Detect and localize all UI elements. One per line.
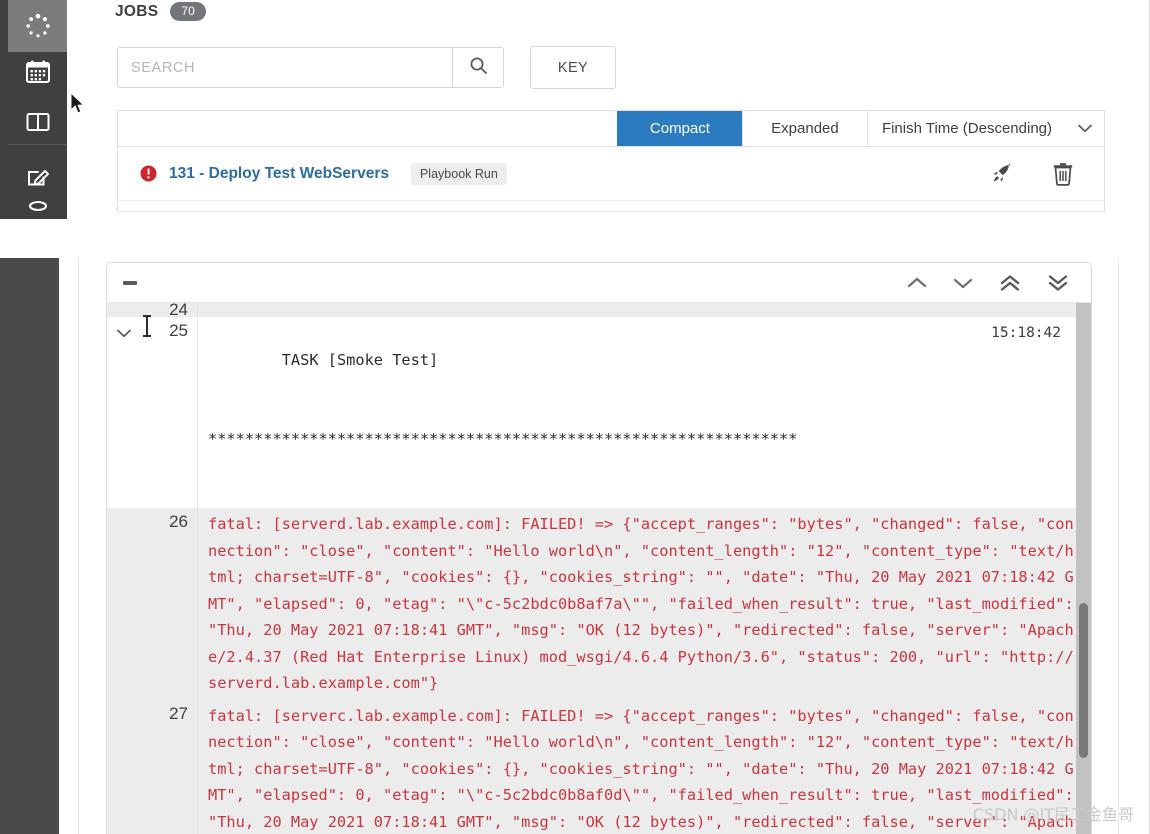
log-line: 27 fatal: [serverc.lab.example.com]: FAI… (107, 699, 1091, 834)
columns-icon (24, 108, 52, 136)
tab-expanded[interactable]: Expanded (741, 111, 867, 146)
sort-dropdown-label: Finish Time (Descending) (881, 120, 1052, 137)
jobs-count-badge: 70 (170, 2, 206, 21)
table-row-partial (118, 201, 1104, 212)
chevron-down-icon[interactable] (116, 324, 132, 343)
sidebar-item-workflow[interactable] (8, 96, 67, 148)
error-icon (140, 165, 157, 182)
jobs-header: JOBS 70 (115, 2, 206, 21)
collapse-icon[interactable] (123, 280, 137, 285)
search-button[interactable] (452, 48, 503, 87)
sidebar-item-jobs[interactable] (8, 0, 67, 52)
chevron-down-icon (1078, 120, 1092, 137)
log-line-number: 25 (141, 317, 197, 508)
server-icon (26, 200, 50, 219)
table-row[interactable]: 131 - Deploy Test WebServers Playbook Ru… (118, 147, 1104, 201)
calendar-icon (24, 58, 52, 86)
log-line-number: 27 (141, 699, 197, 834)
log-task-separator: ****************************************… (208, 430, 798, 448)
page-title: JOBS (115, 2, 159, 20)
sidebar-item-templates[interactable] (8, 150, 67, 202)
tab-compact[interactable]: Compact (616, 111, 742, 146)
sidebar-item-schedules[interactable] (8, 46, 67, 98)
text-cursor (143, 315, 151, 337)
search-row: KEY (117, 46, 616, 89)
jobs-list-toolbar: Compact Expanded Finish Time (Descending… (118, 111, 1104, 147)
log-line: 24 (107, 303, 1091, 317)
log-line-text: fatal: [serverc.lab.example.com]: FAILED… (197, 699, 1091, 834)
log-timestamp: 15:18:42 (991, 325, 1061, 341)
content-right-border (1118, 258, 1119, 834)
rocket-icon[interactable] (990, 162, 1014, 186)
trash-icon[interactable] (1052, 162, 1074, 186)
log-line: 25 TASK [Smoke Test] 15:18:42 **********… (107, 317, 1091, 508)
log-line-text: fatal: [serverd.lab.example.com]: FAILED… (197, 508, 1091, 700)
log-panel: 24 25 TASK [Smoke Test] 15:18:42 *******… (106, 262, 1092, 834)
log-scrollbar-thumb[interactable] (1079, 603, 1088, 758)
log-toolbar (107, 263, 1091, 303)
pencil-square-icon (24, 162, 52, 190)
view-toggle-group: Compact Expanded (616, 111, 867, 146)
chevron-up-icon[interactable] (907, 276, 927, 290)
log-scrollbar[interactable] (1076, 303, 1091, 834)
sidebar-item-inventories[interactable] (8, 200, 67, 219)
double-chevron-up-icon[interactable] (999, 274, 1021, 292)
sidebar-bottom (0, 258, 59, 834)
search-box (117, 47, 504, 88)
log-body[interactable]: 24 25 TASK [Smoke Test] 15:18:42 *******… (107, 303, 1091, 834)
search-icon (469, 56, 488, 80)
job-type-badge: Playbook Run (410, 162, 507, 185)
chevron-down-icon[interactable] (953, 276, 973, 290)
log-nav-buttons (907, 274, 1069, 292)
jobs-list: Compact Expanded Finish Time (Descending… (117, 110, 1105, 212)
search-input[interactable] (118, 48, 452, 87)
spinner-icon (25, 13, 51, 39)
job-actions (990, 162, 1104, 186)
jobs-panel: JOBS 70 KEY Compact Expanded Fi (67, 0, 1150, 219)
key-button[interactable]: KEY (530, 46, 616, 89)
sidebar-divider (8, 144, 67, 145)
log-line-number: 26 (141, 508, 197, 700)
log-line: 26 fatal: [serverd.lab.example.com]: FAI… (107, 508, 1091, 700)
log-task-title: TASK [Smoke Test] (281, 350, 439, 369)
sort-dropdown[interactable]: Finish Time (Descending) (866, 111, 1104, 146)
double-chevron-down-icon[interactable] (1047, 274, 1069, 292)
job-name-link[interactable]: 131 - Deploy Test WebServers (169, 165, 389, 183)
sidebar-rail-line-bottom (78, 258, 79, 834)
